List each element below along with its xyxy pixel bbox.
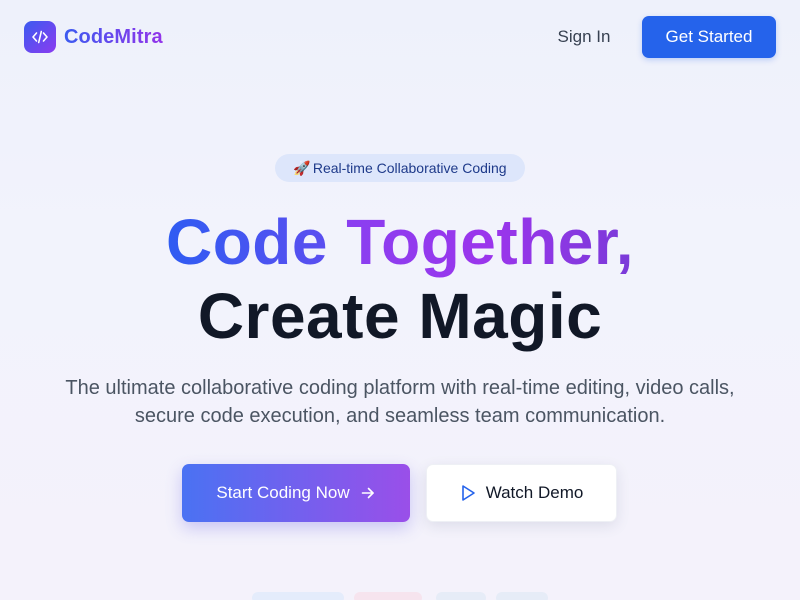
headline-word-code: Code bbox=[165, 206, 328, 278]
watch-demo-label: Watch Demo bbox=[485, 483, 584, 502]
play-icon bbox=[460, 484, 476, 502]
badge-text: Real-time Collaborative Coding bbox=[312, 160, 507, 176]
start-coding-label: Start Coding Now bbox=[216, 483, 350, 502]
rocket-icon: 🚀 bbox=[293, 159, 311, 176]
sign-in-link[interactable]: Sign In bbox=[548, 22, 620, 52]
code-brackets-icon bbox=[24, 21, 56, 53]
subtitle-line-1: The ultimate collaborative coding platfo… bbox=[65, 377, 735, 399]
subtitle-line-2: secure code execution, and seamless team… bbox=[134, 405, 666, 427]
brand-logo[interactable]: CodeMitra bbox=[24, 21, 163, 53]
hero-headline-line2: Create Magic bbox=[197, 280, 603, 352]
brand-name: CodeMitra bbox=[64, 25, 163, 48]
feature-badge: 🚀 Real-time Collaborative Coding bbox=[275, 154, 525, 182]
arrow-right-icon bbox=[360, 485, 376, 501]
start-coding-button[interactable]: Start Coding Now bbox=[182, 464, 410, 522]
hero-subtitle: The ultimate collaborative coding platfo… bbox=[30, 374, 770, 430]
top-navbar: CodeMitra Sign In Get Started bbox=[0, 0, 800, 76]
hero-headline-line1: Code Together, bbox=[0, 202, 800, 282]
stat-card-peek bbox=[354, 592, 422, 600]
stat-card-peek bbox=[436, 592, 486, 600]
watch-demo-button[interactable]: Watch Demo bbox=[426, 464, 617, 522]
headline-word-together: Together, bbox=[346, 206, 635, 278]
get-started-button[interactable]: Get Started bbox=[642, 16, 776, 58]
stat-card-peek bbox=[252, 592, 344, 600]
stat-card-peek bbox=[496, 592, 548, 600]
